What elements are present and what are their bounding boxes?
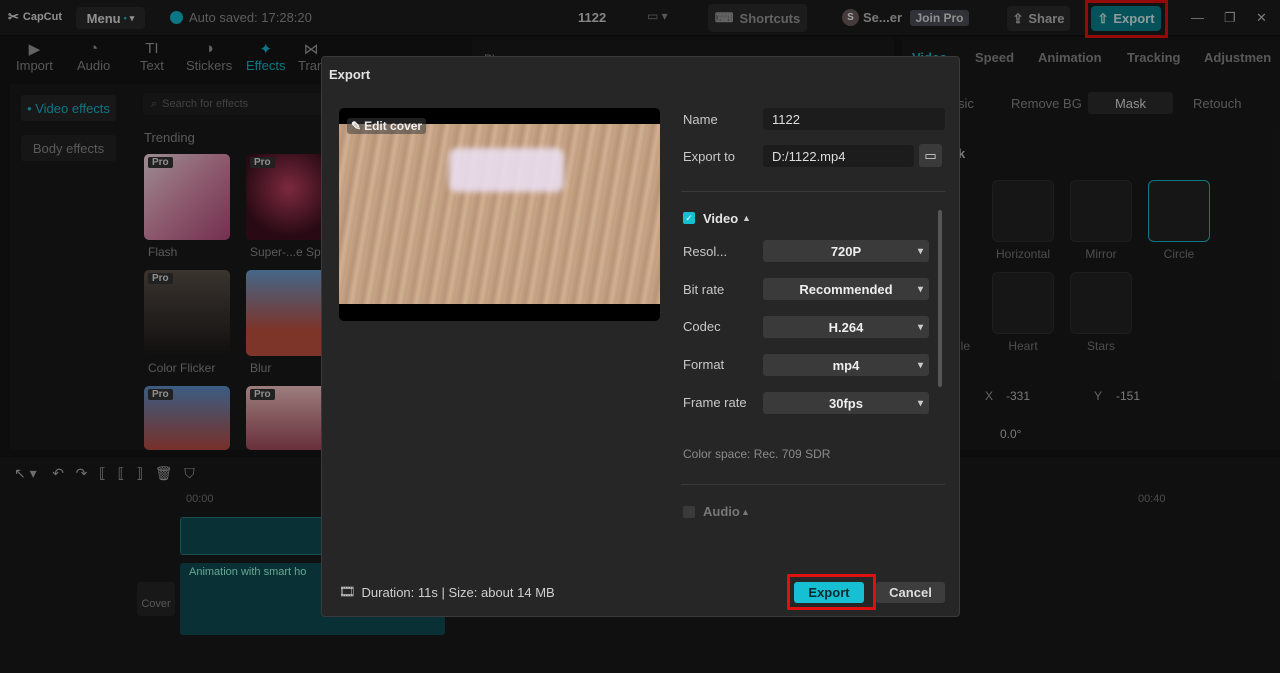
format-select[interactable]: mp4 ▾ bbox=[763, 354, 929, 376]
highlight-box bbox=[787, 574, 876, 610]
chevron-down-icon: ▾ bbox=[917, 321, 923, 333]
chevron-up-icon[interactable]: ▲ bbox=[741, 507, 750, 517]
edit-icon: ✎ bbox=[351, 119, 362, 133]
cancel-button[interactable]: Cancel bbox=[876, 582, 945, 603]
chevron-down-icon: ▾ bbox=[917, 283, 923, 295]
color-space-info: Color space: Rec. 709 SDR bbox=[683, 447, 831, 461]
video-section-title[interactable]: Video bbox=[703, 211, 738, 226]
name-label: Name bbox=[683, 112, 718, 127]
video-checkbox[interactable]: ✓ bbox=[683, 212, 695, 224]
export-summary: 🎞 Duration: 11s | Size: about 14 MB bbox=[339, 584, 555, 600]
chevron-down-icon: ▾ bbox=[917, 397, 923, 409]
cover-object bbox=[449, 148, 564, 192]
dialog-title: Export bbox=[329, 67, 371, 82]
resolution-label: Resol... bbox=[683, 244, 728, 259]
export-to-label: Export to bbox=[683, 149, 736, 164]
resolution-select[interactable]: 720P ▾ bbox=[763, 240, 929, 262]
edit-cover-button[interactable]: ✎ Edit cover bbox=[347, 118, 427, 134]
audio-section-title[interactable]: Audio bbox=[703, 504, 740, 519]
dialog-scrollbar[interactable] bbox=[938, 210, 942, 387]
name-input[interactable]: 1122 bbox=[763, 108, 945, 130]
chevron-up-icon[interactable]: ▲ bbox=[742, 213, 751, 223]
bitrate-label: Bit rate bbox=[683, 282, 725, 297]
codec-select[interactable]: H.264 ▾ bbox=[763, 316, 929, 338]
cover-preview[interactable]: ✎ Edit cover bbox=[339, 108, 660, 321]
divider bbox=[681, 191, 945, 192]
export-dialog: Export ✎ Edit cover Name 1122 Export to D… bbox=[321, 56, 960, 617]
divider bbox=[681, 484, 945, 485]
folder-icon[interactable]: ▭ bbox=[919, 144, 942, 167]
framerate-label: Frame rate bbox=[683, 395, 747, 410]
format-label: Format bbox=[683, 357, 725, 372]
chevron-down-icon: ▾ bbox=[917, 359, 923, 371]
bitrate-select[interactable]: Recommended ▾ bbox=[763, 278, 929, 300]
chevron-down-icon: ▾ bbox=[917, 245, 923, 257]
audio-checkbox[interactable] bbox=[683, 506, 695, 518]
film-icon: 🎞 bbox=[339, 584, 356, 599]
export-path-input[interactable]: D:/1122.mp4 bbox=[763, 145, 914, 167]
codec-label: Codec bbox=[683, 319, 721, 334]
framerate-select[interactable]: 30fps ▾ bbox=[763, 392, 929, 414]
